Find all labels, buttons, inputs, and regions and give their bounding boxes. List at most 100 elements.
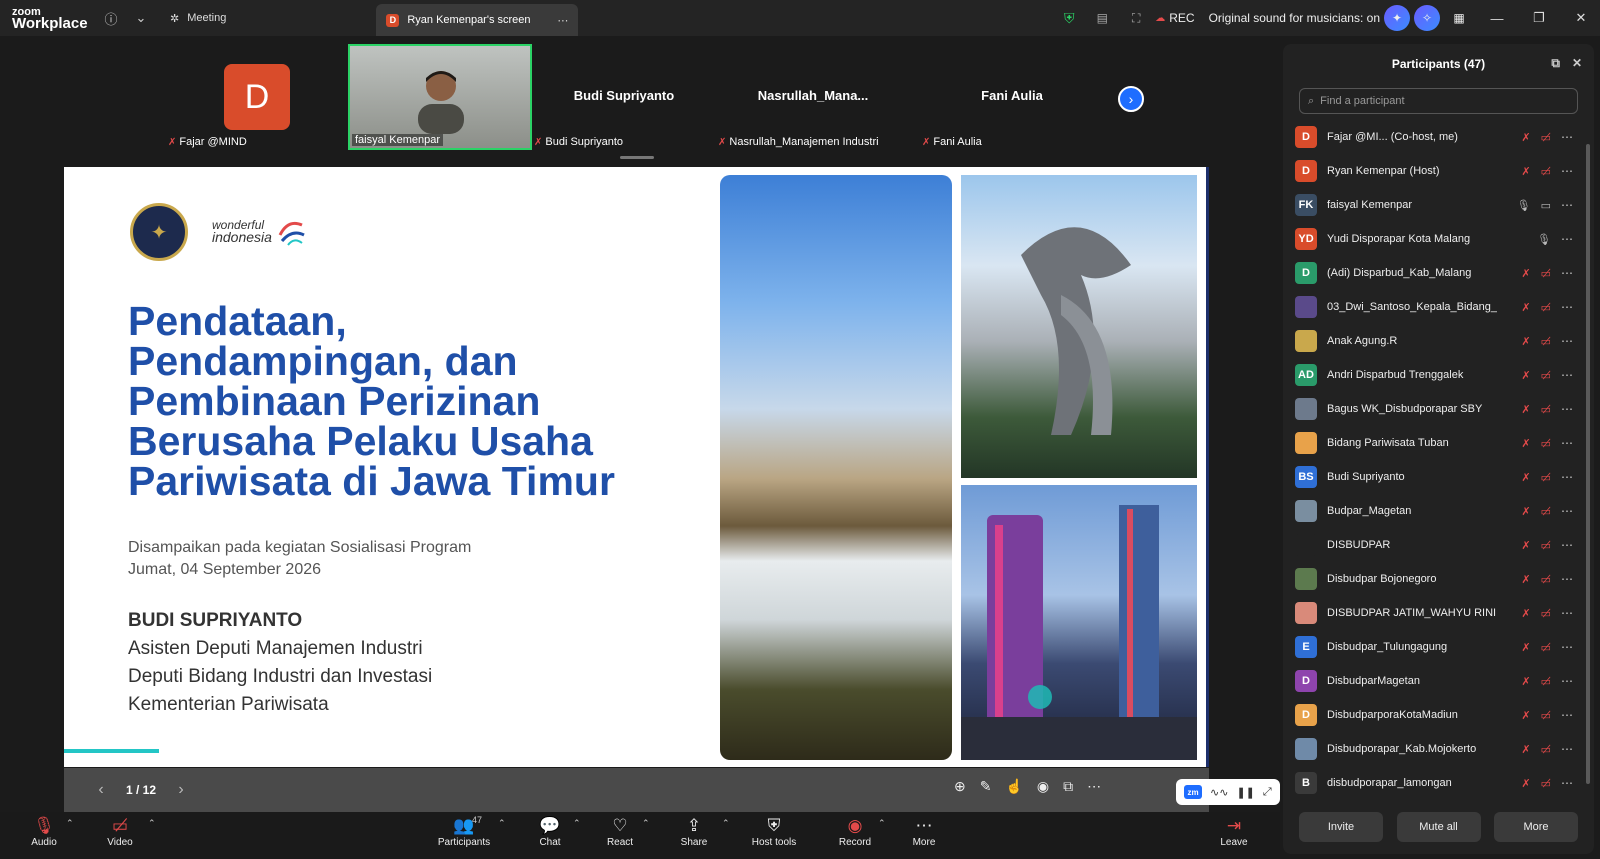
participant-more-icon[interactable]: ⋯ <box>1561 572 1574 586</box>
video-off-icon[interactable]: ▭̸ <box>1541 505 1551 518</box>
apps-icon[interactable]: ▦ <box>1444 11 1474 25</box>
participant-row[interactable]: Disbudpar Bojonegoro ✗ ▭̸ ⋯ <box>1283 562 1594 596</box>
participant-row[interactable]: D (Adi) Disparbud_Kab_Malang ✗ ▭̸ ⋯ <box>1283 256 1594 290</box>
participant-row[interactable]: FK faisyal Kemenpar 🎙 ▭ ⋯ <box>1283 188 1594 222</box>
pop-out-icon[interactable]: ⧉ <box>1551 56 1560 71</box>
react-caret-icon[interactable]: ⌃ <box>642 818 650 829</box>
mic-muted-icon[interactable]: ✗ <box>1521 437 1530 450</box>
ai-companion-icon[interactable]: ✦ <box>1384 5 1410 31</box>
participant-row[interactable]: Bagus WK_Disbudporapar SBY ✗ ▭̸ ⋯ <box>1283 392 1594 426</box>
video-off-icon[interactable]: ▭̸ <box>1541 777 1551 790</box>
participant-more-icon[interactable]: ⋯ <box>1561 266 1574 280</box>
more-button[interactable]: ⋯ More <box>894 815 954 848</box>
mic-on-icon[interactable]: 🎙 <box>1537 233 1551 246</box>
video-off-icon[interactable]: ▭̸ <box>1541 267 1551 280</box>
strip-resize-handle[interactable] <box>620 156 654 159</box>
participant-more-icon[interactable]: ⋯ <box>1561 606 1574 620</box>
mic-muted-icon[interactable]: ✗ <box>1521 777 1530 790</box>
annotate-pen-icon[interactable]: ✎ <box>980 778 992 795</box>
participant-row[interactable]: D DisbudparMagetan ✗ ▭̸ ⋯ <box>1283 664 1594 698</box>
participant-more-icon[interactable]: ⋯ <box>1561 436 1574 450</box>
more-options-icon[interactable]: ⋯ <box>1087 778 1101 795</box>
video-off-icon[interactable]: ▭̸ <box>1541 335 1551 348</box>
participant-more-icon[interactable]: ⋯ <box>1561 708 1574 722</box>
info-icon[interactable]: ⓘ <box>96 3 126 33</box>
broadcast-icon[interactable]: ◉ <box>1037 778 1049 795</box>
participants-button[interactable]: 👥 47 Participants <box>428 815 500 848</box>
video-off-icon[interactable]: ▭̸ <box>1541 131 1551 144</box>
mic-muted-icon[interactable]: ✗ <box>1521 301 1530 314</box>
meeting-tab[interactable]: ✲ Meeting <box>156 0 240 36</box>
react-button[interactable]: ♡ React <box>590 815 650 848</box>
mic-muted-icon[interactable]: ✗ <box>1521 131 1530 144</box>
participants-caret-icon[interactable]: ⌃ <box>498 818 506 829</box>
participant-more-icon[interactable]: ⋯ <box>1561 470 1574 484</box>
participant-row[interactable]: D Fajar @MI... (Co-host, me) ✗ ▭̸ ⋯ <box>1283 120 1594 154</box>
participant-row[interactable]: AD Andri Disparbud Trenggalek ✗ ▭̸ ⋯ <box>1283 358 1594 392</box>
audio-button[interactable]: 🎙 Audio <box>14 815 74 848</box>
next-slide-icon[interactable]: › <box>166 781 196 799</box>
original-sound-label[interactable]: Original sound for musicians: on <box>1209 11 1380 25</box>
notes-icon[interactable]: ▤ <box>1087 11 1117 25</box>
participant-row[interactable]: Anak Agung.R ✗ ▭̸ ⋯ <box>1283 324 1594 358</box>
mic-muted-icon[interactable]: ✗ <box>1521 607 1530 620</box>
mic-on-icon[interactable]: 🎙 <box>1517 199 1531 212</box>
list-scrollbar[interactable] <box>1586 144 1590 784</box>
participant-more-icon[interactable]: ⋯ <box>1561 368 1574 382</box>
mic-muted-icon[interactable]: ✗ <box>1521 573 1530 586</box>
participant-row[interactable]: D DisbudparporaKotaMadiun ✗ ▭̸ ⋯ <box>1283 698 1594 732</box>
participant-row[interactable]: 03_Dwi_Santoso_Kepala_Bidang_De... ✗ ▭̸ ⋯ <box>1283 290 1594 324</box>
participant-row[interactable]: Budpar_Magetan ✗ ▭̸ ⋯ <box>1283 494 1594 528</box>
pause-icon[interactable]: ❚❚ <box>1236 786 1254 799</box>
video-tile[interactable]: Budi Supriyanto ✗ Budi Supriyanto <box>532 44 716 150</box>
chat-button[interactable]: 💬 Chat <box>520 815 580 848</box>
participant-row[interactable]: Disbudporapar_Kab.Mojokerto ✗ ▭̸ ⋯ <box>1283 732 1594 766</box>
share-button[interactable]: ⇪ Share <box>664 815 724 848</box>
invite-button[interactable]: Invite <box>1299 812 1383 842</box>
video-off-icon[interactable]: ▭̸ <box>1541 539 1551 552</box>
participant-row[interactable]: D Ryan Kemenpar (Host) ✗ ▭̸ ⋯ <box>1283 154 1594 188</box>
video-off-icon[interactable]: ▭̸ <box>1541 607 1551 620</box>
share-caret-icon[interactable]: ⌃ <box>722 818 730 829</box>
participant-row[interactable]: DISBUDPAR ✗ ▭̸ ⋯ <box>1283 528 1594 562</box>
participant-row[interactable]: DISBUDPAR JATIM_WAHYU RINI ✗ ▭̸ ⋯ <box>1283 596 1594 630</box>
restore-icon[interactable]: ❐ <box>1520 10 1558 26</box>
video-button[interactable]: ▭̸ Video <box>90 815 150 848</box>
video-tile[interactable]: Nasrullah_Mana... ✗ Nasrullah_Manajemen I… <box>716 44 910 150</box>
request-control-icon[interactable]: ☝ <box>1005 778 1022 795</box>
video-off-icon[interactable]: ▭̸ <box>1541 709 1551 722</box>
zoom-in-icon[interactable]: ⊕ <box>954 778 966 795</box>
mic-muted-icon[interactable]: ✗ <box>1521 267 1530 280</box>
participant-more-icon[interactable]: ⋯ <box>1561 674 1574 688</box>
participant-more-icon[interactable]: ⋯ <box>1561 198 1574 212</box>
video-off-icon[interactable]: ▭̸ <box>1541 573 1551 586</box>
mic-muted-icon[interactable]: ✗ <box>1521 505 1530 518</box>
participant-row[interactable]: Bdisbudporapar_lamongan ✗ ▭̸ ⋯ <box>1283 766 1594 800</box>
participant-row[interactable]: Bidang Pariwisata Tuban ✗ ▭̸ ⋯ <box>1283 426 1594 460</box>
shared-screen[interactable]: ✦ wonderful indonesia Pendataan, Pendamp… <box>64 167 1209 767</box>
video-tile[interactable]: Fani Aulia ✗ Fani Aulia <box>920 44 1104 150</box>
minimize-icon[interactable]: — <box>1478 11 1516 26</box>
mic-muted-icon[interactable]: ✗ <box>1521 641 1530 654</box>
host-tools-button[interactable]: ⛨ Host tools <box>740 815 808 848</box>
prev-slide-icon[interactable]: ‹ <box>86 781 116 799</box>
mute-all-button[interactable]: Mute all <box>1396 812 1481 842</box>
participant-more-icon[interactable]: ⋯ <box>1561 776 1574 790</box>
sparkle-icon[interactable]: ✧ <box>1414 5 1440 31</box>
leave-button[interactable]: ⇥ Leave <box>1204 815 1264 848</box>
shield-icon[interactable]: ⛨ <box>1055 10 1083 27</box>
close-icon[interactable]: ✕ <box>1572 56 1582 71</box>
video-off-icon[interactable]: ▭̸ <box>1541 437 1551 450</box>
video-off-icon[interactable]: ▭̸ <box>1541 403 1551 416</box>
pop-out-icon[interactable]: ⧉ <box>1063 778 1073 795</box>
mic-muted-icon[interactable]: ✗ <box>1521 403 1530 416</box>
view-icon[interactable]: ⛶ <box>1121 11 1151 26</box>
video-tile[interactable]: D ✗ Fajar @MIND <box>166 44 350 150</box>
video-off-icon[interactable]: ▭̸ <box>1541 165 1551 178</box>
participant-more-icon[interactable]: ⋯ <box>1561 232 1574 246</box>
next-page-icon[interactable]: › <box>1118 86 1144 112</box>
participant-more-icon[interactable]: ⋯ <box>1561 334 1574 348</box>
video-off-icon[interactable]: ▭̸ <box>1541 369 1551 382</box>
participant-more-icon[interactable]: ⋯ <box>1561 402 1574 416</box>
participant-more-icon[interactable]: ⋯ <box>1561 504 1574 518</box>
